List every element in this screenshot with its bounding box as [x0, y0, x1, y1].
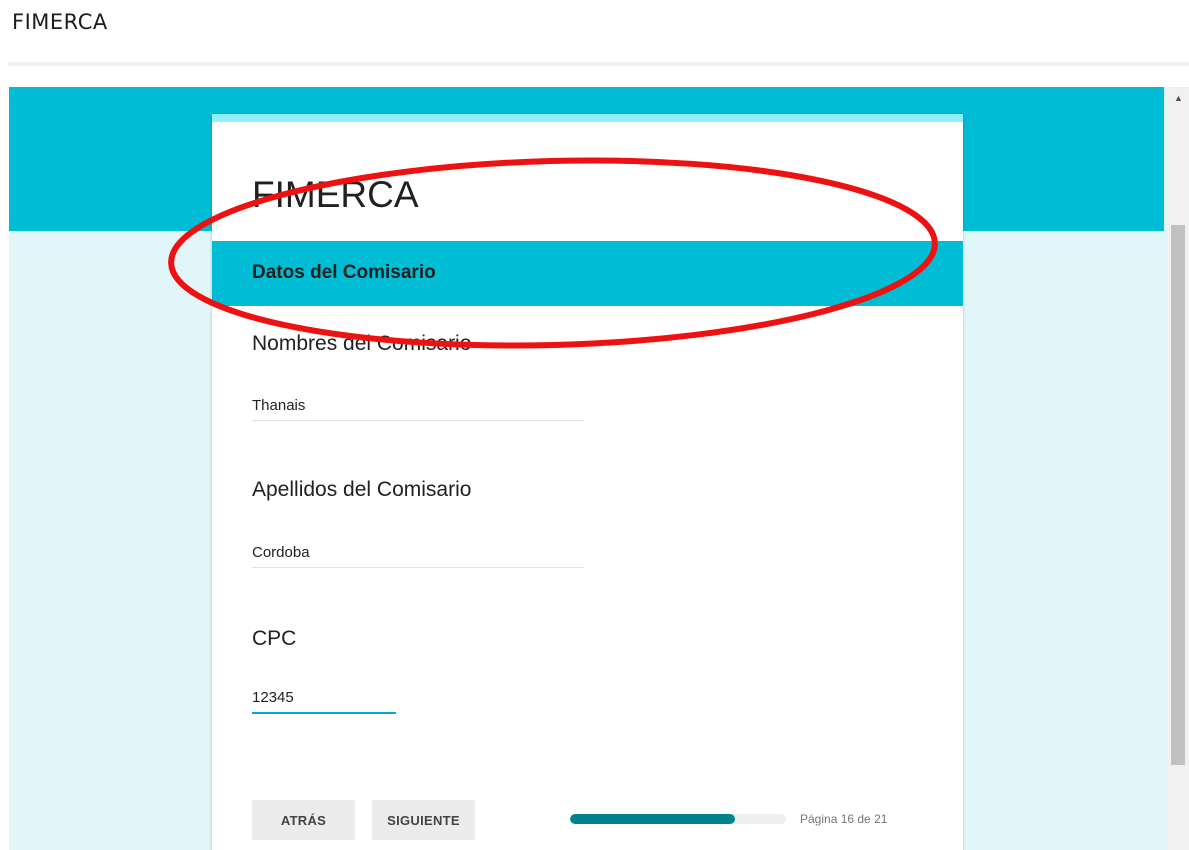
section-header: Datos del Comisario	[212, 241, 963, 306]
site-header: FIMERCA	[0, 0, 1189, 60]
scrollbar[interactable]: ▲	[1168, 87, 1189, 850]
back-button[interactable]: ATRÁS	[252, 800, 355, 840]
page-indicator: Página 16 de 21	[800, 812, 888, 826]
question-label-apellidos: Apellidos del Comisario	[252, 478, 472, 501]
question-label-cpc: CPC	[252, 627, 297, 650]
cpc-input[interactable]	[252, 682, 396, 714]
embedded-form-frame: FIMERCA Datos del Comisario Nombres del …	[9, 87, 1189, 850]
question-label-nombres: Nombres del Comisario	[252, 332, 472, 355]
nombres-input[interactable]	[252, 390, 584, 421]
section-title: Datos del Comisario	[252, 262, 436, 283]
progress-bar	[570, 814, 786, 824]
scroll-up-arrow-icon[interactable]: ▲	[1174, 93, 1183, 103]
progress-bar-fill	[570, 814, 735, 824]
site-title: FIMERCA	[12, 10, 108, 34]
next-button[interactable]: SIGUIENTE	[372, 800, 475, 840]
form-title: FIMERCA	[252, 174, 419, 215]
apellidos-input[interactable]	[252, 537, 584, 568]
header-divider	[8, 62, 1189, 66]
form-card: FIMERCA Datos del Comisario Nombres del …	[212, 114, 963, 850]
scrollbar-thumb[interactable]	[1171, 225, 1185, 765]
